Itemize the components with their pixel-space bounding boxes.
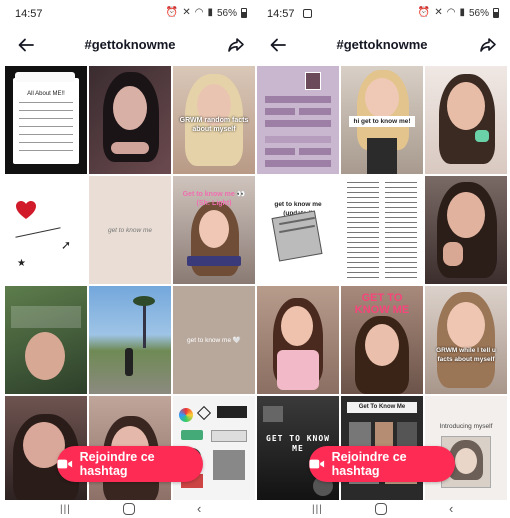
wifi-icon: ◠ — [446, 7, 456, 18]
video-thumbnail[interactable] — [425, 176, 507, 284]
video-thumbnail[interactable] — [341, 176, 423, 284]
recent-apps-icon[interactable]: ||| — [312, 504, 323, 515]
heart-icon — [16, 201, 36, 219]
video-thumbnail[interactable] — [425, 66, 507, 174]
status-bar: 14:57 ⏰ ✕ ◠ ▮ 56% — [257, 0, 507, 28]
mute-icon: ✕ — [434, 7, 443, 18]
video-thumbnail[interactable]: GET TO KNOW ME — [341, 286, 423, 394]
page-title: #gettoknowme — [336, 37, 428, 52]
battery-icon — [241, 8, 247, 18]
tile-caption: GRWM while I tell u facts about myself — [436, 347, 496, 363]
video-thumbnail[interactable] — [89, 66, 171, 174]
tile-caption: Introducing myself — [439, 423, 493, 430]
arrow-left-icon[interactable] — [17, 36, 35, 54]
wifi-icon: ◠ — [194, 7, 204, 18]
video-thumbnail[interactable]: All About ME!! — [5, 66, 87, 174]
battery-percent: 56% — [468, 7, 489, 19]
system-nav-bar: ||| ‹ — [257, 500, 507, 518]
mute-icon: ✕ — [182, 7, 191, 18]
video-thumbnail[interactable] — [5, 286, 87, 394]
system-nav-bar: ||| ‹ — [5, 500, 255, 518]
tile-caption: hi get to know me! — [349, 116, 415, 127]
video-thumbnail[interactable]: get to know me 🤍 — [173, 286, 255, 394]
gallery-notification-icon — [303, 9, 312, 18]
video-thumbnail[interactable]: get to know me (updated) — [257, 176, 339, 284]
video-thumbnail[interactable]: GRWM while I tell u facts about myself — [425, 286, 507, 394]
join-hashtag-label: Rejoindre ce hashtag — [331, 450, 407, 478]
status-time: 14:57 — [15, 8, 43, 20]
system-back-icon[interactable]: ‹ — [449, 501, 453, 516]
tile-caption: GET TO KNOW ME — [354, 292, 410, 316]
tile-caption: Get To Know Me — [347, 402, 417, 413]
home-icon[interactable] — [375, 503, 387, 515]
battery-percent: 56% — [216, 7, 237, 19]
tile-caption: GRWM random facts about myself — [179, 117, 249, 133]
video-thumbnail[interactable]: hi get to know me! — [341, 66, 423, 174]
join-hashtag-label: Rejoindre ce hashtag — [79, 450, 155, 478]
signal-icon: ▮ — [207, 7, 213, 18]
recent-apps-icon[interactable]: ||| — [60, 504, 71, 515]
video-thumbnail[interactable] — [257, 286, 339, 394]
video-grid: All About ME!! GRWM random facts about m… — [5, 66, 255, 504]
tile-caption: get to know me 🤍 — [187, 337, 241, 344]
alarm-icon: ⏰ — [417, 7, 431, 18]
system-back-icon[interactable]: ‹ — [197, 501, 201, 516]
video-thumbnail[interactable]: get to know me — [89, 176, 171, 284]
video-thumbnail[interactable]: Get to know me 👀 (Sh: Light) — [173, 176, 255, 284]
page-title: #gettoknowme — [84, 37, 176, 52]
header: #gettoknowme — [5, 30, 255, 60]
phone-screen-right: 14:57 ⏰ ✕ ◠ ▮ 56% #gettoknowme hi get to… — [257, 0, 507, 518]
alarm-icon: ⏰ — [165, 7, 179, 18]
status-icons: ⏰ ✕ ◠ ▮ 56% — [418, 7, 499, 19]
header: #gettoknowme — [257, 30, 507, 60]
video-thumbnail[interactable]: GRWM random facts about myself — [173, 66, 255, 174]
video-camera-icon — [57, 459, 73, 469]
video-thumbnail[interactable] — [89, 286, 171, 394]
arrow-left-icon[interactable] — [269, 36, 287, 54]
video-grid: hi get to know me! get to know me (updat… — [257, 66, 507, 504]
share-arrow-icon[interactable] — [227, 36, 245, 54]
join-hashtag-button[interactable]: Rejoindre ce hashtag — [309, 446, 455, 482]
signal-icon: ▮ — [459, 7, 465, 18]
share-arrow-icon[interactable] — [479, 36, 497, 54]
home-icon[interactable] — [123, 503, 135, 515]
tile-caption: Get to know me 👀 (Sh: Light) — [182, 191, 246, 207]
video-thumbnail[interactable]: ➚ ★ — [5, 176, 87, 284]
battery-icon — [493, 8, 499, 18]
tile-caption: get to know me — [107, 227, 153, 234]
phone-screen-left: 14:57 ⏰ ✕ ◠ ▮ 56% #gettoknowme All About… — [5, 0, 255, 518]
status-time: 14:57 — [267, 8, 295, 20]
video-camera-icon — [309, 459, 325, 469]
status-icons: ⏰ ✕ ◠ ▮ 56% — [166, 7, 247, 19]
join-hashtag-button[interactable]: Rejoindre ce hashtag — [57, 446, 203, 482]
tile-caption: All About ME!! — [27, 91, 65, 97]
video-thumbnail[interactable] — [257, 66, 339, 174]
status-bar: 14:57 ⏰ ✕ ◠ ▮ 56% — [5, 0, 255, 28]
